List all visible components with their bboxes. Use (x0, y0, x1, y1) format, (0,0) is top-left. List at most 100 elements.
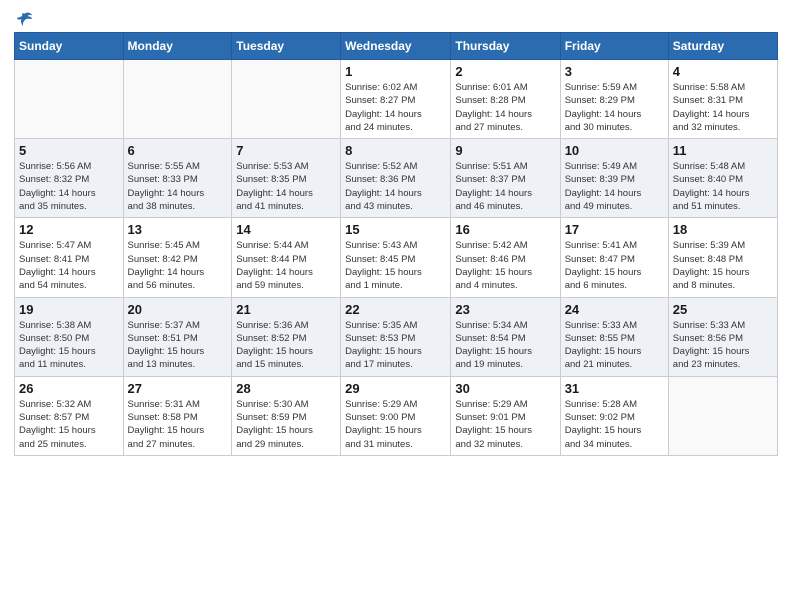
calendar-cell: 1Sunrise: 6:02 AM Sunset: 8:27 PM Daylig… (341, 60, 451, 139)
calendar-cell: 8Sunrise: 5:52 AM Sunset: 8:36 PM Daylig… (341, 139, 451, 218)
day-number: 24 (565, 302, 664, 317)
day-info: Sunrise: 5:29 AM Sunset: 9:01 PM Dayligh… (455, 398, 555, 451)
day-number: 6 (128, 143, 228, 158)
col-header-friday: Friday (560, 33, 668, 60)
col-header-saturday: Saturday (668, 33, 777, 60)
page-header (14, 10, 778, 28)
day-info: Sunrise: 5:59 AM Sunset: 8:29 PM Dayligh… (565, 81, 664, 134)
calendar-cell (15, 60, 124, 139)
calendar-cell: 14Sunrise: 5:44 AM Sunset: 8:44 PM Dayli… (232, 218, 341, 297)
day-info: Sunrise: 6:01 AM Sunset: 8:28 PM Dayligh… (455, 81, 555, 134)
calendar-header-row: SundayMondayTuesdayWednesdayThursdayFrid… (15, 33, 778, 60)
day-number: 21 (236, 302, 336, 317)
day-number: 28 (236, 381, 336, 396)
calendar-cell: 12 Sunrise: 5:47 AM Sunset: 8:41 PM Dayli… (15, 218, 124, 297)
col-header-wednesday: Wednesday (341, 33, 451, 60)
day-info: Sunrise: 5:33 AM Sunset: 8:56 PM Dayligh… (673, 319, 773, 372)
day-number: 5 (19, 143, 119, 158)
day-number: 9 (455, 143, 555, 158)
calendar-cell: 20 Sunrise: 5:37 AM Sunset: 8:51 PM Dayli… (123, 297, 232, 376)
calendar-page: SundayMondayTuesdayWednesdayThursdayFrid… (0, 0, 792, 612)
day-number: 10 (565, 143, 664, 158)
calendar-cell: 5 Sunrise: 5:56 AM Sunset: 8:32 PM Daylig… (15, 139, 124, 218)
calendar-cell (668, 376, 777, 455)
calendar-cell: 31 Sunrise: 5:28 AM Sunset: 9:02 PM Dayli… (560, 376, 668, 455)
day-number: 12 (19, 222, 119, 237)
day-info: Sunrise: 5:28 AM Sunset: 9:02 PM Dayligh… (565, 398, 664, 451)
day-number: 2 (455, 64, 555, 79)
day-number: 27 (128, 381, 228, 396)
day-number: 20 (128, 302, 228, 317)
day-info: Sunrise: 5:37 AM Sunset: 8:51 PM Dayligh… (128, 319, 228, 372)
day-number: 14 (236, 222, 336, 237)
calendar-cell: 29 Sunrise: 5:29 AM Sunset: 9:00 PM Dayli… (341, 376, 451, 455)
day-number: 25 (673, 302, 773, 317)
day-number: 16 (455, 222, 555, 237)
day-info: Sunrise: 5:48 AM Sunset: 8:40 PM Dayligh… (673, 160, 773, 213)
day-info: Sunrise: 5:34 AM Sunset: 8:54 PM Dayligh… (455, 319, 555, 372)
day-info: Sunrise: 5:52 AM Sunset: 8:36 PM Dayligh… (345, 160, 446, 213)
calendar-cell: 9 Sunrise: 5:51 AM Sunset: 8:37 PM Daylig… (451, 139, 560, 218)
calendar-cell: 11 Sunrise: 5:48 AM Sunset: 8:40 PM Dayli… (668, 139, 777, 218)
calendar-cell: 30 Sunrise: 5:29 AM Sunset: 9:01 PM Dayli… (451, 376, 560, 455)
day-number: 13 (128, 222, 228, 237)
day-number: 26 (19, 381, 119, 396)
calendar-cell: 16Sunrise: 5:42 AM Sunset: 8:46 PM Dayli… (451, 218, 560, 297)
calendar-week-row: 19 Sunrise: 5:38 AM Sunset: 8:50 PM Dayli… (15, 297, 778, 376)
day-number: 18 (673, 222, 773, 237)
day-info: Sunrise: 5:30 AM Sunset: 8:59 PM Dayligh… (236, 398, 336, 451)
day-number: 11 (673, 143, 773, 158)
calendar-cell: 13Sunrise: 5:45 AM Sunset: 8:42 PM Dayli… (123, 218, 232, 297)
day-number: 29 (345, 381, 446, 396)
calendar-cell: 18 Sunrise: 5:39 AM Sunset: 8:48 PM Dayli… (668, 218, 777, 297)
calendar-week-row: 1Sunrise: 6:02 AM Sunset: 8:27 PM Daylig… (15, 60, 778, 139)
day-info: Sunrise: 5:51 AM Sunset: 8:37 PM Dayligh… (455, 160, 555, 213)
calendar-cell: 23 Sunrise: 5:34 AM Sunset: 8:54 PM Dayli… (451, 297, 560, 376)
day-number: 23 (455, 302, 555, 317)
calendar-cell: 6 Sunrise: 5:55 AM Sunset: 8:33 PM Daylig… (123, 139, 232, 218)
day-info: Sunrise: 5:33 AM Sunset: 8:55 PM Dayligh… (565, 319, 664, 372)
day-info: Sunrise: 5:39 AM Sunset: 8:48 PM Dayligh… (673, 239, 773, 292)
day-info: Sunrise: 5:38 AM Sunset: 8:50 PM Dayligh… (19, 319, 119, 372)
calendar-cell: 19 Sunrise: 5:38 AM Sunset: 8:50 PM Dayli… (15, 297, 124, 376)
day-info: Sunrise: 5:32 AM Sunset: 8:57 PM Dayligh… (19, 398, 119, 451)
calendar-cell: 27Sunrise: 5:31 AM Sunset: 8:58 PM Dayli… (123, 376, 232, 455)
calendar-cell: 17Sunrise: 5:41 AM Sunset: 8:47 PM Dayli… (560, 218, 668, 297)
day-info: Sunrise: 5:36 AM Sunset: 8:52 PM Dayligh… (236, 319, 336, 372)
day-info: Sunrise: 5:43 AM Sunset: 8:45 PM Dayligh… (345, 239, 446, 292)
calendar-cell (232, 60, 341, 139)
day-number: 19 (19, 302, 119, 317)
day-number: 15 (345, 222, 446, 237)
col-header-monday: Monday (123, 33, 232, 60)
calendar-cell: 25 Sunrise: 5:33 AM Sunset: 8:56 PM Dayli… (668, 297, 777, 376)
day-info: Sunrise: 5:56 AM Sunset: 8:32 PM Dayligh… (19, 160, 119, 213)
day-number: 22 (345, 302, 446, 317)
day-info: Sunrise: 5:55 AM Sunset: 8:33 PM Dayligh… (128, 160, 228, 213)
calendar-week-row: 5 Sunrise: 5:56 AM Sunset: 8:32 PM Daylig… (15, 139, 778, 218)
day-number: 4 (673, 64, 773, 79)
day-info: Sunrise: 5:29 AM Sunset: 9:00 PM Dayligh… (345, 398, 446, 451)
day-info: Sunrise: 5:49 AM Sunset: 8:39 PM Dayligh… (565, 160, 664, 213)
day-info: Sunrise: 5:58 AM Sunset: 8:31 PM Dayligh… (673, 81, 773, 134)
logo (14, 10, 34, 28)
calendar-cell: 24 Sunrise: 5:33 AM Sunset: 8:55 PM Dayli… (560, 297, 668, 376)
calendar-cell: 28 Sunrise: 5:30 AM Sunset: 8:59 PM Dayli… (232, 376, 341, 455)
logo-bird-icon (16, 10, 34, 28)
day-info: Sunrise: 5:41 AM Sunset: 8:47 PM Dayligh… (565, 239, 664, 292)
calendar-cell: 21 Sunrise: 5:36 AM Sunset: 8:52 PM Dayli… (232, 297, 341, 376)
calendar-cell: 26 Sunrise: 5:32 AM Sunset: 8:57 PM Dayli… (15, 376, 124, 455)
calendar-cell: 3 Sunrise: 5:59 AM Sunset: 8:29 PM Daylig… (560, 60, 668, 139)
calendar-table: SundayMondayTuesdayWednesdayThursdayFrid… (14, 32, 778, 456)
day-info: Sunrise: 5:53 AM Sunset: 8:35 PM Dayligh… (236, 160, 336, 213)
day-number: 3 (565, 64, 664, 79)
calendar-week-row: 12 Sunrise: 5:47 AM Sunset: 8:41 PM Dayli… (15, 218, 778, 297)
day-info: Sunrise: 5:47 AM Sunset: 8:41 PM Dayligh… (19, 239, 119, 292)
day-number: 30 (455, 381, 555, 396)
col-header-sunday: Sunday (15, 33, 124, 60)
col-header-tuesday: Tuesday (232, 33, 341, 60)
calendar-cell: 22Sunrise: 5:35 AM Sunset: 8:53 PM Dayli… (341, 297, 451, 376)
calendar-cell: 7Sunrise: 5:53 AM Sunset: 8:35 PM Daylig… (232, 139, 341, 218)
day-number: 31 (565, 381, 664, 396)
calendar-cell: 4 Sunrise: 5:58 AM Sunset: 8:31 PM Daylig… (668, 60, 777, 139)
calendar-week-row: 26 Sunrise: 5:32 AM Sunset: 8:57 PM Dayli… (15, 376, 778, 455)
